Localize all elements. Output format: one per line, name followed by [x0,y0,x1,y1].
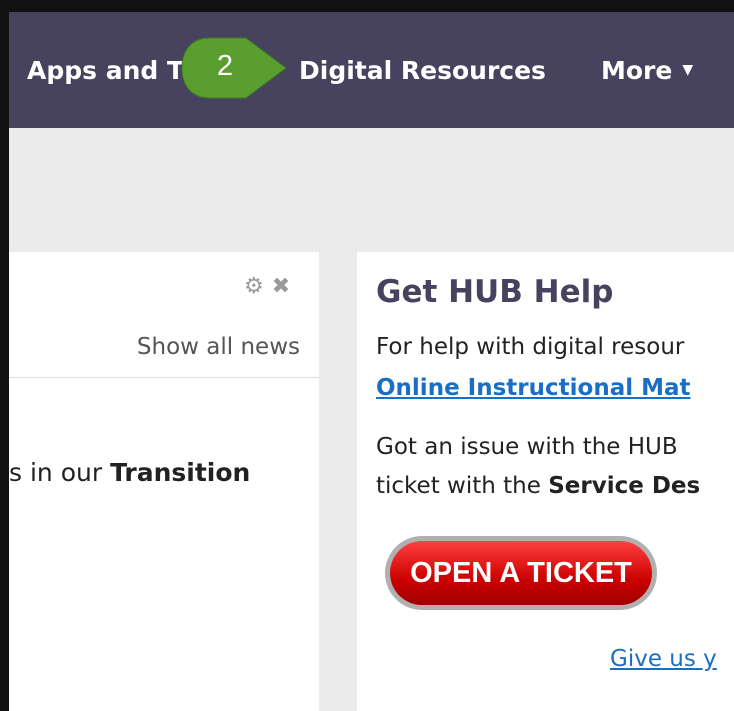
nav-item-label: More [601,56,673,85]
widget-controls: ⚙ ✖ [236,274,290,299]
window-border-top [0,0,734,12]
help-link-line: Online Instructional Mat [376,375,691,401]
nav-item-label: Digital Resources [299,56,546,85]
close-icon[interactable]: ✖ [272,274,290,299]
nav-item-label: Apps and T [27,56,185,85]
nav-item-apps-and-tools[interactable]: Apps and T [27,56,184,85]
window-border-left [0,0,9,711]
app-frame: Apps and T Digital Resources More ▼ 2 ⚙ ✖ … [0,0,734,711]
news-text-start: s in our [9,458,111,487]
hub-help-widget: Get HUB Help For help with digital resou… [357,252,734,711]
news-text: s in our Transition [9,458,250,487]
news-widget: ⚙ ✖ Show all news s in our Transition [9,252,319,711]
help-text-line-4-start: ticket with the [376,473,549,499]
help-text-line-1: For help with digital resour [376,334,685,360]
help-text-line-4: ticket with the Service Des [376,473,700,499]
show-all-news-link[interactable]: Show all news [137,334,300,360]
top-navbar: Apps and T Digital Resources More ▼ [9,12,734,128]
open-ticket-button[interactable]: OPEN A TICKET [385,536,657,610]
nav-item-digital-resources[interactable]: Digital Resources [299,56,546,85]
service-desk-bold: Service Des [548,473,701,499]
nav-item-more[interactable]: More ▼ [601,56,693,85]
help-text-line-3: Got an issue with the HUB [376,434,678,460]
news-widget-header: ⚙ ✖ Show all news [9,252,319,378]
step-callout-number: 2 [216,50,234,82]
news-text-bold: Transition [110,458,251,487]
help-widget-title: Get HUB Help [376,274,614,310]
caret-down-icon: ▼ [682,62,694,78]
open-ticket-button-label: OPEN A TICKET [390,541,652,605]
online-instructional-materials-link[interactable]: Online Instructional Mat [376,375,691,401]
settings-icon[interactable]: ⚙ [244,274,264,299]
feedback-link[interactable]: Give us y [610,646,717,672]
